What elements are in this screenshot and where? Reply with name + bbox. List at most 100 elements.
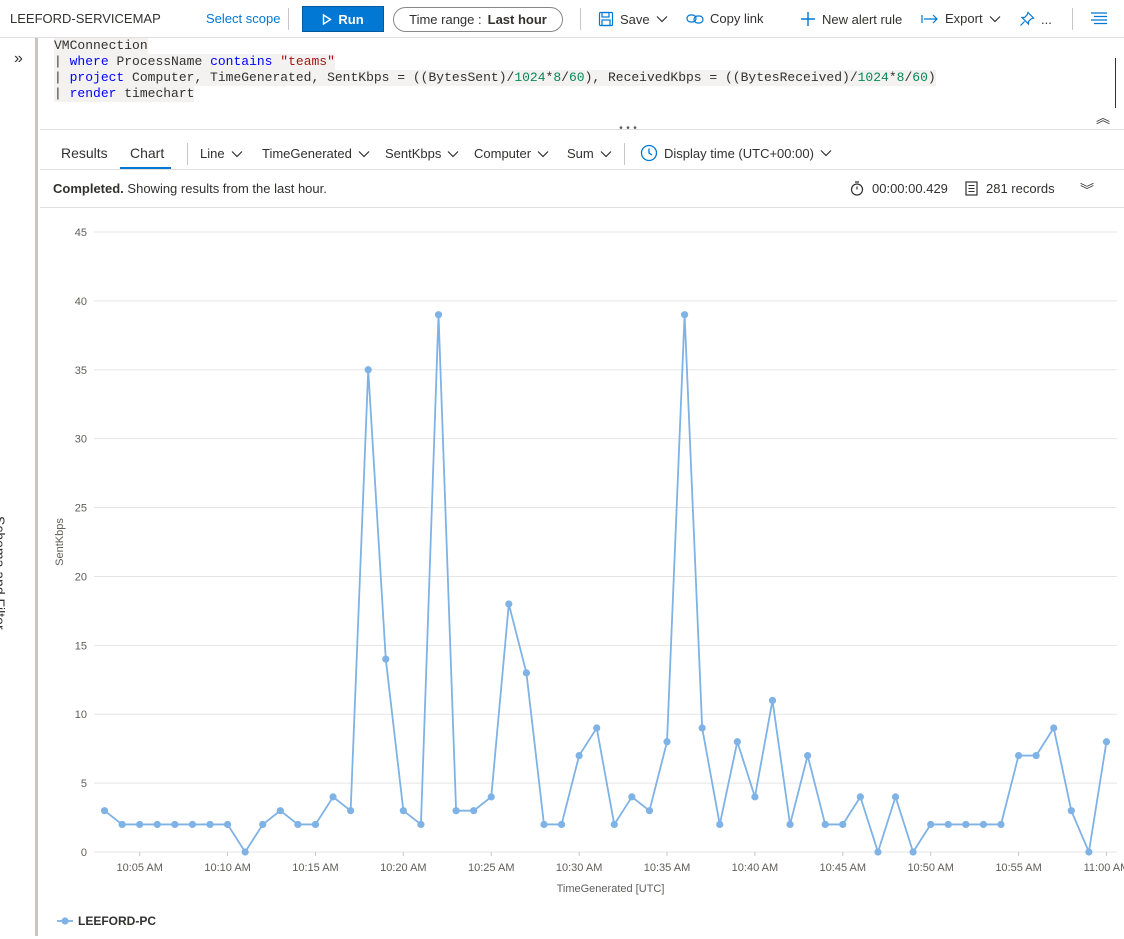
data-point xyxy=(645,807,654,815)
aggregation-value: Sum xyxy=(567,146,594,161)
editor-scrollbar[interactable] xyxy=(1115,58,1116,108)
data-point xyxy=(610,820,618,829)
x-tick-label: 10:10 AM xyxy=(204,862,250,874)
records-count: 281 records xyxy=(965,181,1055,196)
data-point xyxy=(751,793,759,801)
chevron-down-icon xyxy=(656,16,668,23)
y-tick-label: 45 xyxy=(75,227,87,239)
data-point xyxy=(1085,848,1093,856)
query-duration: 00:00:00.429 xyxy=(850,181,948,196)
x-column-dropdown[interactable]: TimeGenerated xyxy=(262,146,370,161)
y-tick-label: 5 xyxy=(81,778,87,790)
divider xyxy=(624,143,625,165)
export-label: Export xyxy=(945,11,983,26)
tab-results[interactable]: Results xyxy=(61,145,108,161)
select-scope-link[interactable]: Select scope xyxy=(206,11,280,26)
divider xyxy=(187,143,188,165)
chart-type-dropdown[interactable]: Line xyxy=(200,146,243,161)
display-time-dropdown[interactable]: Display time (UTC+00:00) xyxy=(640,144,832,162)
data-point xyxy=(979,820,988,829)
y-tick-label: 40 xyxy=(75,296,87,308)
data-point xyxy=(417,820,425,829)
x-tick-label: 10:30 AM xyxy=(556,862,602,874)
y-column-dropdown[interactable]: SentKbps xyxy=(385,146,459,161)
export-button[interactable]: Export xyxy=(921,11,1001,26)
duration-value: 00:00:00.429 xyxy=(872,181,948,196)
records-icon xyxy=(965,181,978,196)
y-column-value: SentKbps xyxy=(385,146,442,161)
x-column-value: TimeGenerated xyxy=(262,146,352,161)
data-point xyxy=(698,724,706,732)
y-tick-label: 10 xyxy=(75,709,87,721)
data-point xyxy=(434,311,443,319)
data-point xyxy=(1067,807,1075,815)
new-alert-rule-button[interactable]: New alert rule xyxy=(800,11,902,27)
copy-link-label: Copy link xyxy=(710,11,764,26)
data-point xyxy=(153,820,161,829)
y-tick-label: 25 xyxy=(75,503,87,515)
status-message: Completed. Showing results from the last… xyxy=(53,181,327,196)
data-point xyxy=(821,820,829,829)
tab-chart[interactable]: Chart xyxy=(130,145,164,161)
x-tick-label: 10:50 AM xyxy=(907,862,953,874)
data-point xyxy=(329,793,337,801)
query-editor[interactable]: VMConnection | where ProcessName contain… xyxy=(40,38,1124,135)
data-point xyxy=(382,655,390,663)
split-by-dropdown[interactable]: Computer xyxy=(474,146,549,161)
new-alert-rule-label: New alert rule xyxy=(822,11,903,27)
query-status-bar: Completed. Showing results from the last… xyxy=(40,170,1124,208)
data-point xyxy=(575,751,583,760)
query-line-4: | render timechart xyxy=(54,86,195,102)
data-point xyxy=(891,793,900,801)
x-tick-label: 11:00 AM xyxy=(1084,862,1124,874)
status-detail: Showing results from the last hour. xyxy=(127,181,327,196)
x-tick-label: 10:25 AM xyxy=(468,862,514,874)
data-point xyxy=(311,820,320,829)
pin-button[interactable]: ... xyxy=(1019,11,1052,27)
save-icon xyxy=(598,11,614,27)
format-query-button[interactable] xyxy=(1090,11,1108,25)
data-point xyxy=(259,820,267,829)
chevron-down-icon xyxy=(820,150,832,157)
legend-label: LEEFORD-PC xyxy=(78,914,156,928)
time-range-picker[interactable]: Time range : Last hour xyxy=(393,7,563,32)
data-point xyxy=(1032,751,1040,760)
expand-details-icon[interactable]: ︾ xyxy=(1080,180,1094,200)
data-point xyxy=(136,820,144,829)
data-point xyxy=(804,751,812,760)
data-point xyxy=(399,807,407,815)
copy-link-button[interactable]: Copy link xyxy=(686,11,763,26)
play-icon xyxy=(323,13,333,25)
data-point xyxy=(663,738,671,746)
line-chart: 0 5 10 15 20 25 30 35 40 45 10:05 AM 10:10 AM 10:15 … xyxy=(40,208,1124,936)
chart-type-value: Line xyxy=(200,146,225,161)
data-point xyxy=(364,366,372,374)
save-button[interactable]: Save xyxy=(598,11,668,27)
more-label: ... xyxy=(1041,11,1052,27)
query-line-2: | where ProcessName contains "teams" xyxy=(54,54,335,70)
display-time-value: Display time (UTC+00:00) xyxy=(664,145,814,161)
expand-panel-icon[interactable]: » xyxy=(14,50,23,68)
data-point xyxy=(874,848,882,856)
schema-filter-panel[interactable]: » Schema and Filter xyxy=(0,38,38,936)
data-point xyxy=(241,848,249,856)
y-tick-label: 35 xyxy=(75,365,87,377)
save-label: Save xyxy=(620,11,650,27)
data-point xyxy=(470,807,478,815)
chevron-down-icon xyxy=(231,150,243,157)
records-value: 281 records xyxy=(986,181,1055,196)
data-point xyxy=(505,600,513,608)
format-lines-icon xyxy=(1091,12,1107,25)
x-axis-title: TimeGenerated [UTC] xyxy=(557,883,665,895)
data-point xyxy=(680,311,689,319)
workspace-name: LEEFORD-SERVICEMAP xyxy=(10,11,161,26)
export-arrow-icon xyxy=(921,14,938,23)
data-point xyxy=(962,820,970,829)
aggregation-dropdown[interactable]: Sum xyxy=(567,146,612,161)
data-point xyxy=(206,820,214,829)
y-tick-label: 0 xyxy=(81,847,87,859)
collapse-editor-icon[interactable]: ︽ xyxy=(1096,108,1110,128)
resize-handle[interactable]: ••• xyxy=(618,124,639,135)
run-button[interactable]: Run xyxy=(302,6,384,32)
data-point xyxy=(557,820,566,829)
